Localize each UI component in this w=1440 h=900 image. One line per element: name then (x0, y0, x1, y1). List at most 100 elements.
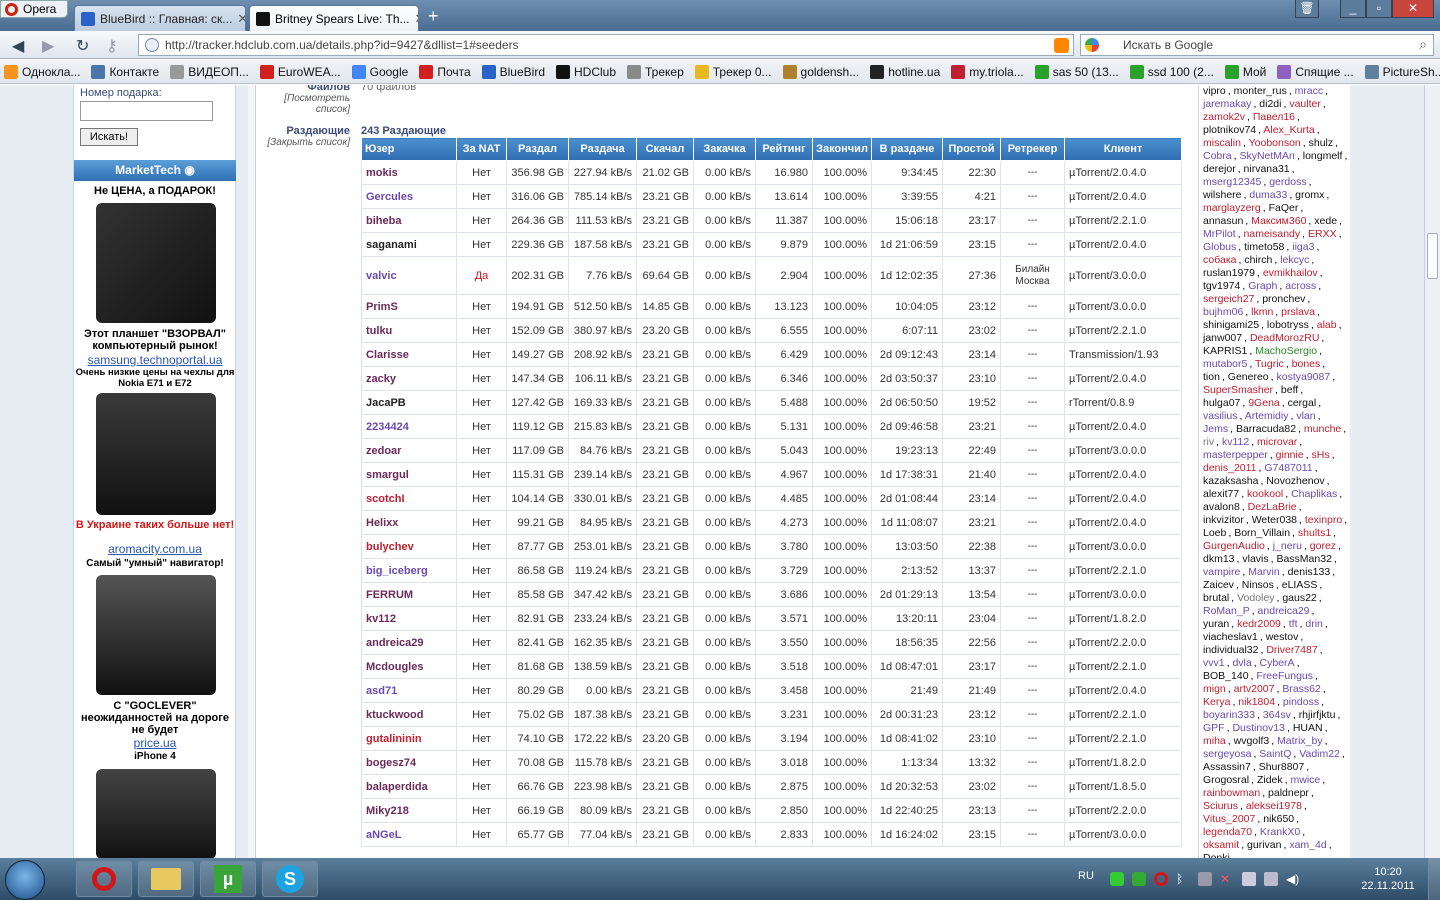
online-user-link[interactable]: HUAN (1293, 722, 1323, 734)
bookmark-item[interactable]: Google (348, 64, 413, 79)
online-user-link[interactable]: masterpepper (1203, 449, 1268, 461)
peer-username-link[interactable]: Gercules (361, 184, 457, 209)
online-user-link[interactable]: annasun (1203, 215, 1243, 227)
online-user-link[interactable]: yuran (1203, 618, 1229, 630)
online-user-link[interactable]: drin (1305, 618, 1323, 630)
online-user-link[interactable]: RoMan_P (1203, 605, 1250, 617)
online-user-link[interactable]: nameisandy (1244, 228, 1301, 240)
peer-username-link[interactable]: 2234424 (361, 414, 457, 439)
online-user-link[interactable]: Loeb (1203, 527, 1226, 539)
online-user-link[interactable]: Zaicev (1203, 579, 1234, 591)
online-user-link[interactable]: mutabor5 (1203, 358, 1247, 370)
online-user-link[interactable]: viacheslav1 (1203, 631, 1258, 643)
column-header[interactable]: Скачал (636, 137, 694, 161)
online-user-link[interactable]: cergal (1288, 397, 1317, 409)
online-user-link[interactable]: Genereo (1228, 371, 1269, 383)
online-user-link[interactable]: aleksei1978 (1246, 800, 1302, 812)
online-user-link[interactable]: Zidek (1257, 774, 1283, 786)
online-user-link[interactable]: texinpro (1305, 514, 1342, 526)
online-user-link[interactable]: individual32 (1203, 644, 1258, 656)
peer-username-link[interactable]: aNGeL (361, 822, 457, 847)
minimize-icon[interactable]: _ (1340, 0, 1366, 18)
online-user-link[interactable]: FaQer (1269, 202, 1299, 214)
peer-username-link[interactable]: biheba (361, 208, 457, 233)
seeders-list-toggle[interactable]: [Закрыть список] (256, 137, 350, 148)
online-user-link[interactable]: riv (1203, 436, 1214, 448)
column-header[interactable]: Раздал (506, 137, 569, 161)
online-user-link[interactable]: GPF (1203, 722, 1225, 734)
online-user-link[interactable]: SuperSmasher (1203, 384, 1273, 396)
online-user-link[interactable]: miscalin (1203, 137, 1241, 149)
taskbar-utorrent-button[interactable]: µ (200, 861, 256, 897)
online-user-link[interactable]: lobotryss (1267, 319, 1309, 331)
online-user-link[interactable]: derejor (1203, 163, 1236, 175)
online-user-link[interactable]: tgv1974 (1203, 280, 1240, 292)
online-user-link[interactable]: xede (1314, 215, 1337, 227)
online-user-link[interactable]: denis_2011 (1203, 462, 1257, 474)
online-user-link[interactable]: Vadim22 (1299, 748, 1340, 760)
online-user-link[interactable]: ruslan1979 (1203, 267, 1255, 279)
bookmark-item[interactable]: hotline.ua (866, 64, 944, 79)
online-user-link[interactable]: timeto58 (1244, 241, 1284, 253)
online-user-link[interactable]: wvgolf3 (1234, 735, 1270, 747)
online-user-link[interactable]: oksamit (1203, 839, 1239, 851)
peer-username-link[interactable]: gutalininin (361, 726, 457, 751)
bookmark-item[interactable]: EuroWEA... (256, 64, 345, 79)
online-user-link[interactable]: microvar (1257, 436, 1297, 448)
files-list-toggle[interactable]: [Посмотреть список] (256, 93, 350, 115)
column-header[interactable]: Закачка (693, 137, 756, 161)
online-user-link[interactable]: gaus22 (1282, 592, 1316, 604)
online-user-link[interactable]: Kerya (1203, 696, 1230, 708)
online-user-link[interactable]: kedr2009 (1237, 618, 1281, 630)
online-user-link[interactable]: tft (1289, 618, 1298, 630)
online-user-link[interactable]: evmikhailov (1263, 267, 1318, 279)
online-user-link[interactable]: kv112 (1222, 436, 1249, 448)
peer-username-link[interactable]: Clarisse (361, 342, 457, 367)
bookmark-item[interactable]: Спящие ... (1273, 64, 1357, 79)
url-field[interactable]: http://tracker.hdclub.com.ua/details.php… (138, 34, 1074, 56)
online-user-link[interactable]: kazaksasha (1203, 475, 1258, 487)
bookmark-item[interactable]: ВИДЕОП... (166, 64, 253, 79)
online-user-link[interactable]: di2di (1259, 98, 1281, 110)
online-user-link[interactable]: vvv1 (1203, 657, 1225, 669)
online-user-link[interactable]: gorez (1310, 540, 1336, 552)
peer-username-link[interactable]: PrimS (361, 294, 457, 319)
online-user-link[interactable]: gerdoss (1269, 176, 1306, 188)
online-user-link[interactable]: jaremakay (1203, 98, 1251, 110)
online-user-link[interactable]: shults1 (1298, 527, 1331, 539)
iphone-ad-image[interactable] (96, 769, 216, 858)
tablet-ad-image[interactable] (96, 203, 216, 323)
new-tab-plus-icon[interactable]: + (428, 6, 439, 27)
online-user-link[interactable]: shulz (1309, 137, 1334, 149)
online-user-link[interactable]: Brass62 (1282, 683, 1321, 695)
peer-username-link[interactable]: bogesz74 (361, 750, 457, 775)
search-field[interactable]: Искать в Google ⌕ (1080, 34, 1434, 56)
online-user-link[interactable]: sergeyosa (1203, 748, 1251, 760)
online-user-link[interactable]: vampire (1203, 566, 1240, 578)
tray-opera-icon[interactable] (1154, 872, 1168, 886)
show-desktop-button[interactable] (1428, 858, 1440, 900)
online-user-link[interactable]: 364sv (1263, 709, 1291, 721)
online-user-link[interactable]: mwice (1290, 774, 1320, 786)
online-user-link[interactable]: artv2007 (1234, 683, 1275, 695)
online-user-link[interactable]: vlavis (1242, 553, 1268, 565)
taskbar-explorer-button[interactable] (138, 861, 194, 897)
online-user-link[interactable]: alab (1317, 319, 1337, 331)
rss-feed-icon[interactable] (1054, 38, 1069, 53)
online-user-link[interactable]: boyarin333 (1203, 709, 1255, 721)
peer-username-link[interactable]: andreica29 (361, 630, 457, 655)
online-user-link[interactable]: FreeFungus (1256, 670, 1313, 682)
online-user-link[interactable]: eLIASS (1282, 579, 1318, 591)
online-user-link[interactable]: Cobra (1203, 150, 1232, 162)
online-user-link[interactable]: chirch (1244, 254, 1272, 266)
online-user-link[interactable]: Barracuda82 (1236, 423, 1296, 435)
column-header[interactable]: Закончил (812, 137, 872, 161)
online-user-link[interactable]: nik650 (1263, 813, 1294, 825)
tab-bluebird[interactable]: BlueBird :: Главная: ск... ✕ (74, 5, 246, 31)
online-user-link[interactable]: lekcyc (1280, 254, 1309, 266)
online-user-link[interactable]: собака (1203, 254, 1236, 266)
online-user-link[interactable]: Павел16 (1253, 111, 1295, 123)
online-user-link[interactable]: Globus (1203, 241, 1236, 253)
peer-username-link[interactable]: asd71 (361, 678, 457, 703)
taskbar-opera-button[interactable] (76, 861, 132, 897)
